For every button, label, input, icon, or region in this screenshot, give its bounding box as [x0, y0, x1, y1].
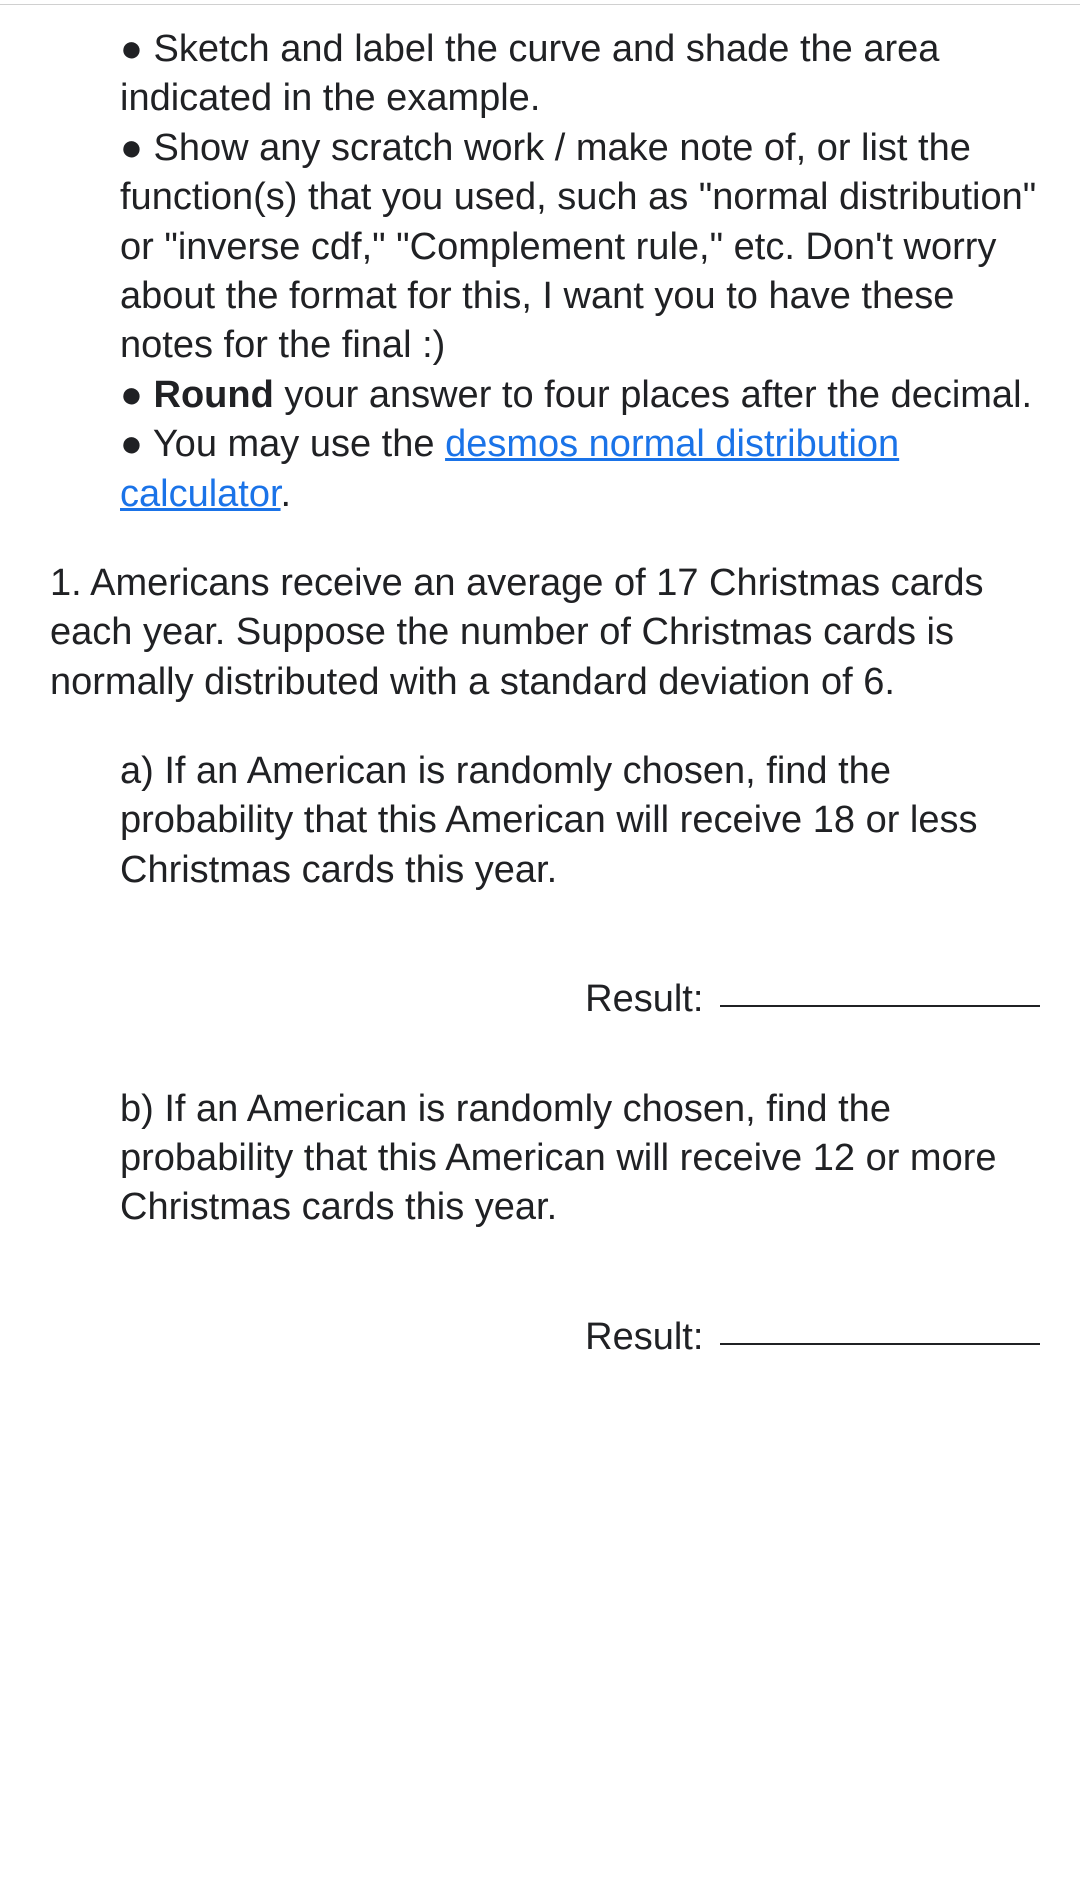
instructions-block: ● Sketch and label the curve and shade t…: [0, 5, 1080, 549]
instruction-bullet-3: ● Round your answer to four places after…: [120, 371, 1040, 420]
bullet4-post: .: [281, 473, 292, 515]
result-1a-blank[interactable]: [720, 1005, 1040, 1007]
result-1b-line: Result:: [0, 1263, 1080, 1412]
result-1b-blank[interactable]: [720, 1343, 1040, 1345]
instruction-bullet-2: ● Show any scratch work / make note of, …: [120, 124, 1040, 371]
bullet3-bold: Round: [154, 374, 274, 416]
instruction-bullet-1: ● Sketch and label the curve and shade t…: [120, 25, 1040, 124]
result-1a-line: Result:: [0, 925, 1080, 1074]
result-1b-label: Result:: [585, 1316, 703, 1358]
question-1b: b) If an American is randomly chosen, fi…: [0, 1075, 1080, 1263]
question-1-stem: 1. Americans receive an average of 17 Ch…: [0, 549, 1080, 737]
bullet4-pre: ● You may use the: [120, 423, 445, 465]
question-1a: a) If an American is randomly chosen, fi…: [0, 737, 1080, 925]
bullet3-pre: ●: [120, 374, 154, 416]
bullet3-post: your answer to four places after the dec…: [274, 374, 1032, 416]
instruction-bullet-4: ● You may use the desmos normal distribu…: [120, 420, 1040, 519]
result-1a-label: Result:: [585, 978, 703, 1020]
